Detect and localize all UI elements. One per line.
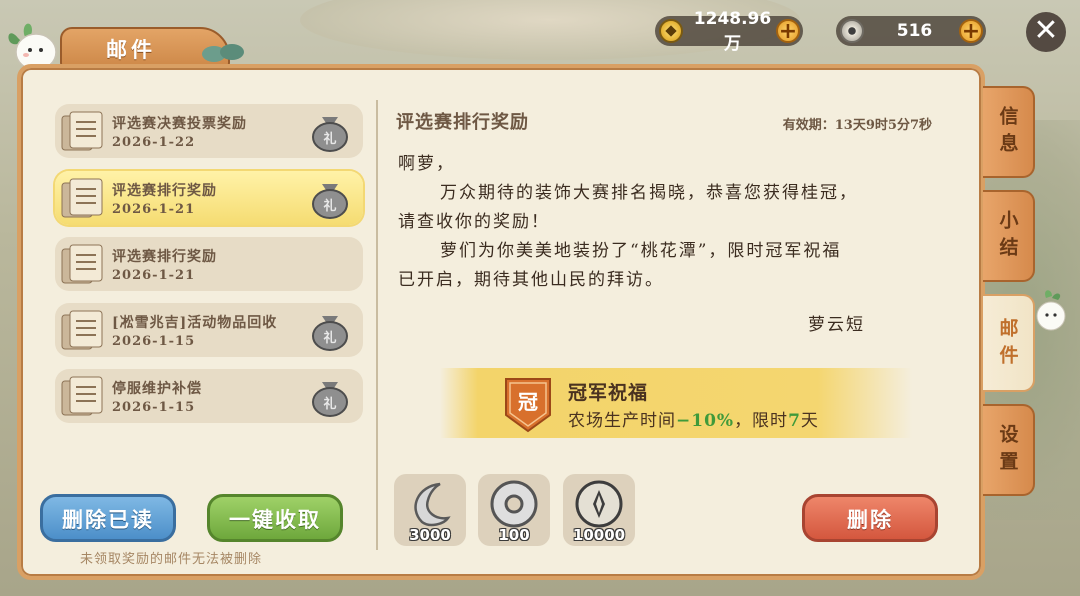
letter-icon (61, 111, 103, 151)
tab-label: 小结 (996, 210, 1019, 264)
mail-date: 2026-1-22 (112, 135, 196, 150)
blessing-value: −10% (676, 411, 735, 431)
svg-text:礼: 礼 (323, 131, 336, 147)
mail-body: 啊萝， 万众期待的装饰大赛排名揭晓，恭喜您获得桂冠， 请查收你的奖励！ 萝们为你… (398, 150, 938, 295)
reward-item[interactable]: 100 (478, 474, 550, 546)
collect-all-button[interactable]: 一键收取 (207, 494, 343, 542)
letter-icon (61, 178, 103, 218)
svg-text:礼: 礼 (323, 198, 336, 214)
blessing-days: 7 (788, 411, 801, 431)
mail-item[interactable]: 评选赛排行奖励 2026-1-21 (55, 237, 363, 291)
tab-summary[interactable]: 小结 (983, 190, 1035, 282)
gift-bag-icon: 礼 (312, 184, 348, 219)
champion-badge-text: 冠 (518, 390, 538, 414)
panel-divider (376, 100, 378, 550)
silver-coin-icon (490, 480, 538, 528)
mail-body-line: 万众期待的装饰大赛排名揭晓，恭喜您获得桂冠， (440, 183, 858, 203)
mail-title: 评选赛排行奖励 (112, 249, 217, 265)
letter-icon (61, 244, 103, 284)
leaf-decoration-icon (202, 44, 244, 62)
svg-text:礼: 礼 (323, 330, 336, 346)
mail-date: 2026-1-21 (112, 268, 196, 283)
letter-icon (61, 310, 103, 350)
add-coin-button[interactable]: + (959, 19, 983, 43)
delete-read-button[interactable]: 删除已读 (40, 494, 176, 542)
letter-icon (61, 376, 103, 416)
mail-body-line: 已开启，期待其他山民的拜访。 (398, 270, 664, 290)
mail-title: 停服维护补偿 (112, 381, 202, 397)
copper-coin-icon (840, 19, 864, 43)
svg-text:礼: 礼 (323, 396, 336, 412)
reward-count: 100 (498, 526, 530, 544)
tab-label: 设置 (996, 424, 1019, 478)
gold-coin-icon (659, 19, 683, 43)
mail-date: 2026-1-15 (112, 400, 196, 415)
blessing-desc-suffix: 天 (800, 411, 819, 431)
mail-subject: 评选赛排行奖励 (396, 112, 529, 133)
add-gold-button[interactable]: + (776, 19, 800, 43)
mail-greeting: 啊萝， (398, 154, 455, 174)
tab-settings[interactable]: 设置 (983, 404, 1035, 496)
gift-bag-icon: 礼 (312, 382, 348, 417)
reward-item[interactable]: 10000 (563, 474, 635, 546)
mail-date: 2026-1-21 (112, 202, 196, 217)
radish-tab-icon (1036, 290, 1066, 331)
mail-validity: 有效期：13天9时5分7秒 (782, 118, 932, 133)
mail-item[interactable]: 停服维护补偿 2026-1-15 礼 (55, 369, 363, 423)
delete-hint-text: 未领取奖励的邮件无法被删除 (80, 552, 263, 567)
mail-title: 评选赛决赛投票奖励 (112, 116, 247, 132)
blessing-desc: 农场生产时间−10%，限时7天 (568, 406, 819, 431)
delete-button[interactable]: 删除 (802, 494, 938, 542)
mail-body-line: 萝们为你美美地装扮了“桃花潭”，限时冠军祝福 (440, 241, 842, 261)
reward-item[interactable]: 3000 (394, 474, 466, 546)
moon-icon (414, 482, 451, 527)
gift-bag-icon: 礼 (312, 117, 348, 152)
tab-label: 邮件 (996, 318, 1019, 372)
tab-label: 信息 (996, 106, 1019, 160)
mail-item[interactable]: [凇雪兆吉]活动物品回收 2026-1-15 礼 (55, 303, 363, 357)
reward-count: 10000 (572, 526, 626, 544)
mail-item[interactable]: 评选赛决赛投票奖励 2026-1-22 礼 (55, 104, 363, 158)
page-title: 邮件 (106, 37, 156, 62)
blessing-desc-prefix: 农场生产时间 (568, 411, 676, 431)
copper-coin-icon (575, 480, 623, 528)
mail-body-line: 请查收你的奖励！ (398, 212, 550, 232)
gold-value: 1248.96万 (693, 8, 772, 54)
gold-counter: 1248.96万 + (655, 9, 803, 54)
coin-counter: 516 + (836, 16, 986, 46)
blessing-title: 冠军祝福 (568, 382, 649, 404)
mail-item[interactable]: 评选赛排行奖励 2026-1-21 礼 (55, 171, 363, 225)
mail-signature: 萝云短 (808, 315, 865, 335)
blessing-desc-mid: ，限时 (734, 411, 789, 431)
coin-value: 516 (896, 21, 933, 41)
close-button[interactable]: ✕ (1026, 12, 1066, 52)
gift-bag-icon: 礼 (312, 316, 348, 351)
reward-count: 3000 (409, 526, 451, 544)
mail-title: [凇雪兆吉]活动物品回收 (112, 315, 278, 331)
mail-date: 2026-1-15 (112, 334, 196, 349)
mail-title: 评选赛排行奖励 (112, 183, 217, 199)
tab-info[interactable]: 信息 (983, 86, 1035, 178)
